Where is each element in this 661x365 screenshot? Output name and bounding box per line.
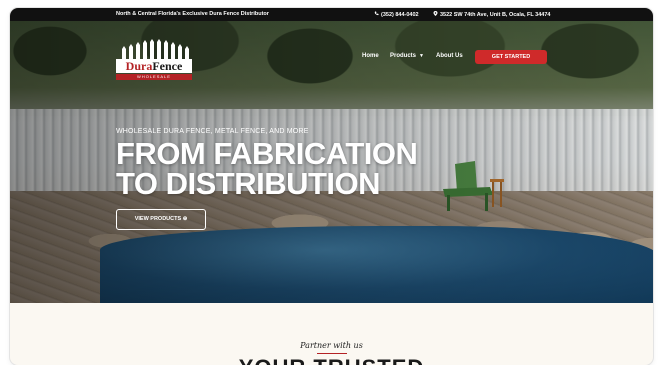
location-pin-icon [433,11,438,16]
hero-headline: FROM FABRICATION TO DISTRIBUTION [116,136,418,201]
hero-headline-line-1: FROM FABRICATION [116,136,418,171]
browser-frame: North & Central Florida's Exclusive Dura… [10,8,653,365]
address-link[interactable]: 3522 SW 74th Ave, Unit B, Ocala, FL 3447… [433,11,550,18]
partner-heading: YOUR TRUSTED [10,355,653,365]
fence-pickets-logo-graphic [122,39,189,59]
phone-number: (352) 844-0402 [381,12,419,18]
view-products-label: VIEW PRODUCTS [134,216,182,222]
distributor-tagline: North & Central Florida's Exclusive Dura… [116,11,269,17]
top-info-bar: North & Central Florida's Exclusive Dura… [10,8,653,21]
hero-headline-line-2: TO DISTRIBUTION [116,166,381,201]
logo-subtitle: WHOLESALE [116,74,192,80]
nav-about-us[interactable]: About Us [436,53,463,59]
arrow-circle-right-icon: ⊕ [182,216,188,222]
nav-products-label: Products [390,53,417,59]
nav-home[interactable]: Home [362,53,379,59]
get-started-button[interactable]: GET STARTED [475,50,547,64]
logo-wordmark: DuraFence [116,59,192,73]
phone-icon [374,11,379,16]
hero-eyebrow: WHOLESALE DURA FENCE, METAL FENCE, AND M… [116,128,309,135]
chevron-down-icon: ▼ [419,53,424,59]
hero-section: DuraFence WHOLESALE Home Products ▼ About… [10,21,653,303]
logo-word-dura: Dura [125,59,153,73]
dura-fence-logo[interactable]: DuraFence WHOLESALE [116,39,192,83]
view-products-button[interactable]: VIEW PRODUCTS ⊕ [116,209,206,230]
phone-link[interactable]: (352) 844-0402 [374,11,419,18]
nav-products[interactable]: Products ▼ [390,53,424,59]
partner-label: Partner with us [300,341,363,350]
logo-word-fence: Fence [152,59,183,73]
partner-divider [317,353,347,354]
address-text: 3522 SW 74th Ave, Unit B, Ocala, FL 3447… [440,12,551,18]
